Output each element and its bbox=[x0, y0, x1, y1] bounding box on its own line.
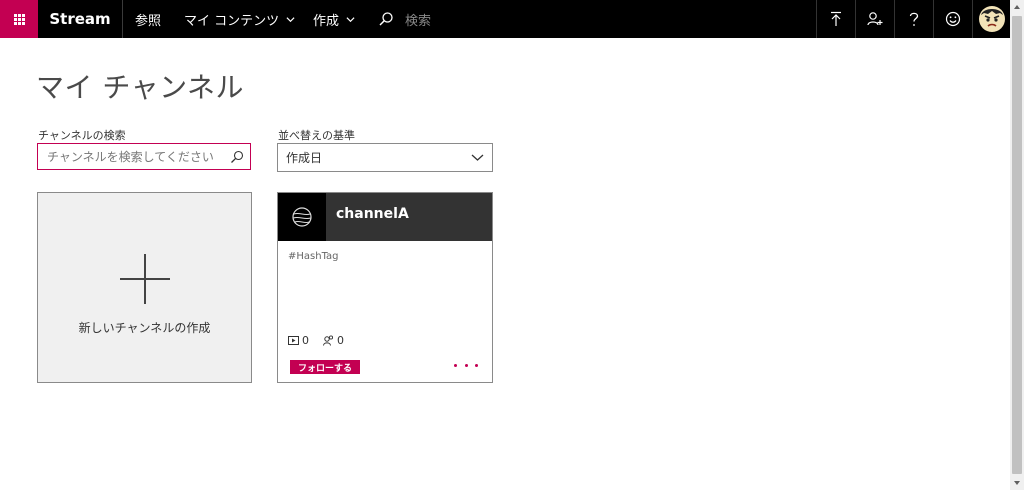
feedback-button[interactable] bbox=[933, 0, 972, 38]
top-navigation-bar: Stream 参照 マイ コンテンツ 作成 検索 bbox=[0, 0, 1010, 38]
invite-button[interactable] bbox=[855, 0, 894, 38]
video-icon bbox=[288, 336, 299, 345]
channel-hashtag[interactable]: #HashTag bbox=[288, 251, 339, 262]
scrollbar-thumb[interactable] bbox=[1012, 16, 1022, 474]
create-channel-card[interactable]: 新しいチャンネルの作成 bbox=[37, 192, 252, 383]
follow-button[interactable]: フォローする bbox=[290, 360, 360, 374]
channel-card-header[interactable]: channelA bbox=[278, 193, 492, 241]
nav-create[interactable]: 作成 bbox=[313, 0, 355, 38]
nav-my-content[interactable]: マイ コンテンツ bbox=[184, 0, 295, 38]
brand-logo[interactable]: Stream bbox=[38, 0, 123, 38]
search-icon[interactable] bbox=[230, 150, 244, 164]
sort-dropdown[interactable]: 作成日 bbox=[277, 143, 493, 172]
help-icon bbox=[909, 12, 919, 26]
avatar bbox=[979, 6, 1005, 32]
app-launcher-button[interactable] bbox=[0, 0, 38, 38]
channel-name[interactable]: channelA bbox=[336, 206, 409, 222]
channel-logo bbox=[278, 193, 326, 241]
sort-label: 並べ替えの基準 bbox=[278, 129, 355, 142]
scroll-up-button[interactable] bbox=[1010, 0, 1024, 14]
chevron-down-icon bbox=[346, 16, 355, 22]
nav-my-content-label: マイ コンテンツ bbox=[184, 13, 280, 29]
nav-browse-label: 参照 bbox=[135, 13, 162, 29]
user-avatar-button[interactable] bbox=[972, 0, 1011, 38]
channel-search-input[interactable] bbox=[45, 148, 229, 165]
video-count: 0 bbox=[288, 334, 309, 347]
nav-create-label: 作成 bbox=[313, 13, 340, 29]
upload-button[interactable] bbox=[816, 0, 855, 38]
channel-search-label: チャンネルの検索 bbox=[38, 129, 126, 142]
search-icon bbox=[379, 12, 393, 26]
follower-count-value: 0 bbox=[337, 334, 344, 347]
global-search-placeholder: 検索 bbox=[405, 13, 432, 29]
followers-icon bbox=[323, 335, 334, 346]
global-search[interactable]: 検索 bbox=[378, 0, 798, 38]
channel-search-field[interactable] bbox=[37, 143, 251, 170]
vertical-scrollbar[interactable] bbox=[1010, 0, 1024, 490]
channel-globe-icon bbox=[292, 207, 312, 227]
channel-stats: 0 0 bbox=[288, 334, 358, 347]
chevron-down-icon bbox=[286, 16, 295, 22]
follower-count: 0 bbox=[323, 334, 344, 347]
create-channel-label: 新しいチャンネルの作成 bbox=[78, 321, 211, 335]
arrow-down-icon bbox=[1014, 481, 1020, 485]
arrow-up-icon bbox=[1014, 5, 1020, 9]
video-count-value: 0 bbox=[302, 334, 309, 347]
upload-icon bbox=[831, 11, 841, 26]
nav-browse[interactable]: 参照 bbox=[135, 0, 161, 38]
help-button[interactable] bbox=[894, 0, 933, 38]
channel-card[interactable]: channelA #HashTag 0 0 フォローする bbox=[277, 192, 493, 383]
invite-user-icon bbox=[867, 12, 883, 26]
chevron-down-icon bbox=[471, 154, 484, 161]
sort-selected-value: 作成日 bbox=[286, 151, 323, 165]
scroll-down-button[interactable] bbox=[1010, 476, 1024, 490]
more-options-icon[interactable] bbox=[454, 358, 478, 372]
plus-icon bbox=[120, 254, 170, 304]
page-title: マイ チャンネル bbox=[36, 71, 245, 104]
waffle-icon bbox=[13, 13, 25, 25]
feedback-smiley-icon bbox=[945, 11, 961, 27]
